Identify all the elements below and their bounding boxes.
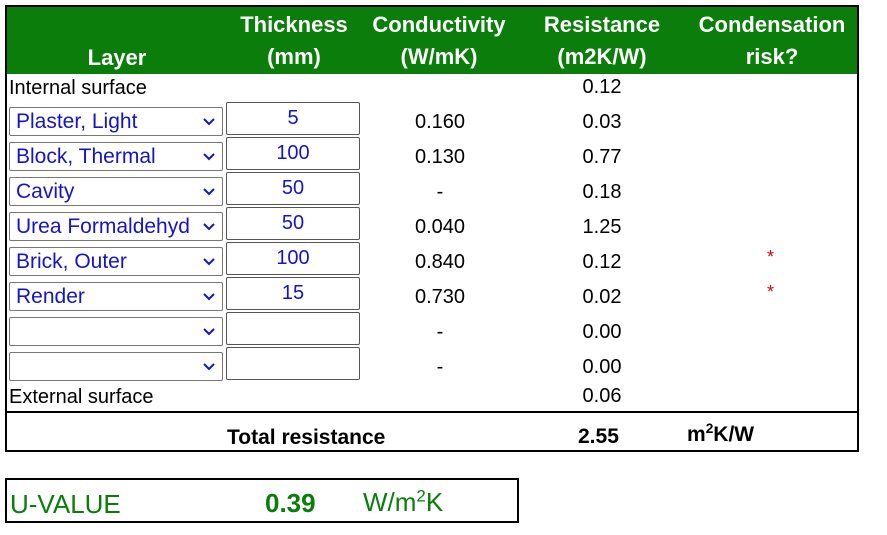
layer-conductivity: 0.130 bbox=[414, 146, 466, 168]
chevron-down-icon bbox=[202, 143, 216, 170]
chevron-down-icon bbox=[202, 178, 216, 205]
header-thickness-unit: (mm) bbox=[267, 44, 321, 69]
layer-material-select[interactable]: Brick, Outer bbox=[9, 247, 223, 276]
layer-material-select[interactable] bbox=[9, 317, 223, 346]
layer-thickness-input[interactable]: 100 bbox=[226, 242, 360, 275]
layer-material-value: Cavity bbox=[16, 180, 75, 203]
layer-material-value: Render bbox=[16, 285, 85, 308]
layer-material-value: Block, Thermal bbox=[16, 145, 156, 168]
layer-conductivity: - bbox=[436, 356, 444, 378]
layer-material-select[interactable]: Render bbox=[9, 282, 223, 311]
internal-surface-resistance: 0.12 bbox=[582, 76, 622, 98]
layer-conductivity: 0.160 bbox=[414, 111, 466, 133]
condensation-risk-marker: * bbox=[767, 247, 775, 267]
layer-resistance: 0.00 bbox=[582, 356, 622, 378]
internal-surface-label: Internal surface bbox=[9, 77, 147, 99]
total-resistance-unit: m2K/W bbox=[687, 421, 755, 446]
layer-thickness-input[interactable] bbox=[226, 347, 360, 380]
total-resistance-value: 2.55 bbox=[578, 425, 619, 448]
chevron-down-icon bbox=[202, 248, 216, 275]
layer-material-value: Urea Formaldehyd bbox=[16, 215, 190, 238]
layer-conductivity: 0.040 bbox=[414, 216, 466, 238]
layer-thickness-input[interactable]: 50 bbox=[226, 172, 360, 205]
layer-thickness-input[interactable]: 15 bbox=[226, 277, 360, 310]
layer-conductivity: - bbox=[436, 321, 444, 343]
chevron-down-icon bbox=[202, 283, 216, 310]
header-condensation-risk: risk? bbox=[745, 44, 799, 69]
layer-resistance: 0.77 bbox=[582, 146, 622, 168]
condensation-risk-marker: * bbox=[767, 282, 775, 302]
layer-material-select[interactable]: Block, Thermal bbox=[9, 142, 223, 171]
layer-resistance: 0.00 bbox=[582, 321, 622, 343]
external-surface-label: External surface bbox=[9, 386, 154, 408]
header-resistance: Resistance bbox=[543, 12, 661, 37]
layer-thickness-input[interactable] bbox=[226, 312, 360, 345]
layer-conductivity: 0.840 bbox=[414, 251, 466, 273]
layer-material-select[interactable]: Urea Formaldehyd bbox=[9, 212, 223, 241]
u-value-panel: U-VALUE 0.39 W/m2K bbox=[5, 478, 519, 523]
layer-conductivity: - bbox=[436, 181, 444, 203]
layer-conductivity: 0.730 bbox=[414, 286, 466, 308]
header-resistance-unit: (m2K/W) bbox=[557, 44, 647, 69]
resistance-table: Layer Thickness (mm) Conductivity (W/mK)… bbox=[5, 5, 859, 452]
u-value-label: U-VALUE bbox=[10, 489, 121, 519]
layer-material-value: Plaster, Light bbox=[16, 110, 138, 133]
layer-material-select[interactable]: Plaster, Light bbox=[9, 107, 223, 136]
total-resistance-label: Total resistance bbox=[227, 426, 386, 449]
header-condensation: Condensation bbox=[698, 12, 846, 37]
layer-resistance: 0.18 bbox=[582, 181, 622, 203]
layer-thickness-input[interactable]: 100 bbox=[226, 137, 360, 170]
header-conductivity-unit: (W/mK) bbox=[400, 44, 478, 69]
chevron-down-icon bbox=[202, 353, 216, 380]
layer-resistance: 1.25 bbox=[582, 216, 622, 238]
layer-material-select[interactable]: Cavity bbox=[9, 177, 223, 206]
u-value-result: 0.39 bbox=[265, 488, 316, 518]
layer-material-select[interactable] bbox=[9, 352, 223, 381]
layer-thickness-input[interactable]: 5 bbox=[226, 102, 360, 135]
header-conductivity: Conductivity bbox=[372, 12, 506, 37]
table-header: Layer Thickness (mm) Conductivity (W/mK)… bbox=[7, 7, 857, 74]
layer-resistance: 0.02 bbox=[582, 286, 622, 308]
external-surface-resistance: 0.06 bbox=[582, 385, 622, 407]
header-thickness: Thickness bbox=[240, 12, 348, 37]
layer-thickness-input[interactable]: 50 bbox=[226, 207, 360, 240]
u-value-unit: W/m2K bbox=[363, 486, 444, 517]
chevron-down-icon bbox=[202, 213, 216, 240]
chevron-down-icon bbox=[202, 108, 216, 135]
header-layer: Layer bbox=[87, 45, 147, 70]
total-divider bbox=[7, 411, 857, 413]
layer-resistance: 0.03 bbox=[582, 111, 622, 133]
layer-material-value: Brick, Outer bbox=[16, 250, 127, 273]
layer-resistance: 0.12 bbox=[582, 251, 622, 273]
chevron-down-icon bbox=[202, 318, 216, 345]
